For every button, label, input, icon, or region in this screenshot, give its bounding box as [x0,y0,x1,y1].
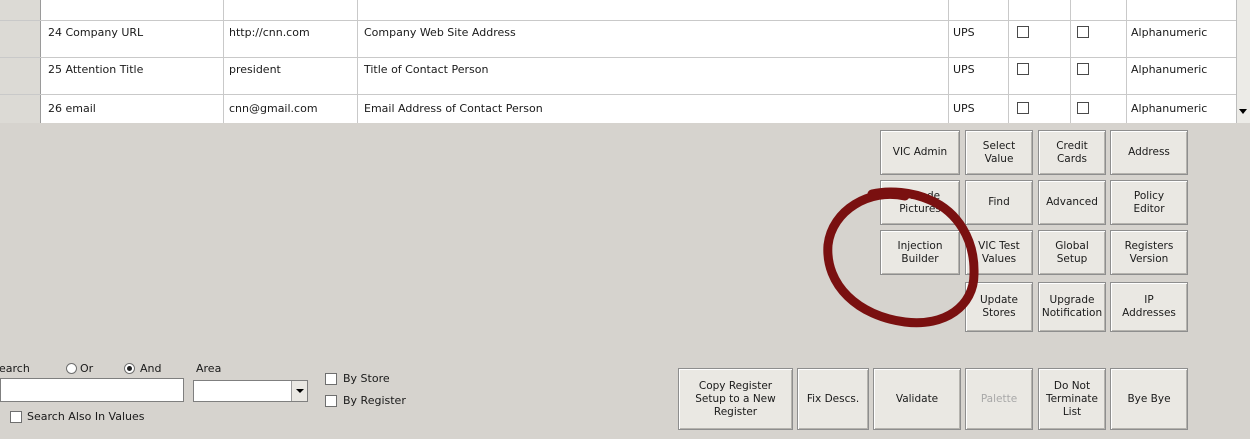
by-store-checkbox[interactable] [325,373,337,385]
or-radio-label: Or [80,362,94,375]
row-checkbox-1[interactable] [1017,102,1029,114]
row-checkbox-1[interactable] [1017,63,1029,75]
search-label: Search [0,362,30,375]
chevron-down-icon[interactable] [291,381,307,401]
registers-version-button[interactable]: Registers Version [1110,230,1188,275]
field-name-cell[interactable]: 24 Company URL [48,26,143,39]
address-button[interactable]: Address [1110,130,1188,175]
and-radio[interactable] [124,363,135,374]
search-input[interactable] [0,378,184,402]
field-source-cell[interactable]: UPS [953,102,975,115]
field-description-cell[interactable]: Email Address of Contact Person [364,102,543,115]
field-type-cell[interactable]: Alphanumeric [1131,102,1207,115]
row-checkbox-2[interactable] [1077,102,1089,114]
search-also-in-values-label: Search Also In Values [27,410,145,423]
row-checkbox-1[interactable] [1017,26,1029,38]
area-label: Area [196,362,222,375]
row-checkbox-2[interactable] [1077,26,1089,38]
area-select[interactable] [193,380,308,402]
vic-test-values-button[interactable]: VIC Test Values [965,230,1033,275]
ip-addresses-button[interactable]: IP Addresses [1110,282,1188,332]
select-value-button[interactable]: Select Value [965,130,1033,175]
by-register-checkbox[interactable] [325,395,337,407]
copy-register-setup-button[interactable]: Copy Register Setup to a New Register [678,368,793,430]
fix-descs-button[interactable]: Fix Descs. [797,368,869,430]
and-radio-label: And [140,362,162,375]
policy-editor-button[interactable]: Policy Editor [1110,180,1188,225]
scroll-down-arrow-icon[interactable] [1239,109,1247,114]
update-stores-button[interactable]: Update Stores [965,282,1033,332]
field-value-cell[interactable]: cnn@gmail.com [229,102,318,115]
grid-vertical-scrollbar[interactable] [1236,0,1250,123]
field-source-cell[interactable]: UPS [953,26,975,39]
validate-button[interactable]: Validate [873,368,961,430]
field-type-cell[interactable]: Alphanumeric [1131,63,1207,76]
row-checkbox-2[interactable] [1077,63,1089,75]
or-radio[interactable] [66,363,77,374]
by-register-label: By Register [343,394,406,407]
field-type-cell[interactable]: Alphanumeric [1131,26,1207,39]
vic-admin-button[interactable]: VIC Admin [880,130,960,175]
field-value-cell[interactable]: president [229,63,281,76]
field-description-cell[interactable]: Title of Contact Person [364,63,488,76]
register-fields-grid: 24 Company URL http://cnn.com Company We… [0,0,1236,123]
upgrade-notification-button[interactable]: Upgrade Notification [1038,282,1106,332]
search-also-in-values-checkbox[interactable] [10,411,22,423]
global-setup-button[interactable]: Global Setup [1038,230,1106,275]
do-not-terminate-list-button[interactable]: Do Not Terminate List [1038,368,1106,430]
injection-builder-button[interactable]: Injection Builder [880,230,960,275]
field-value-cell[interactable]: http://cnn.com [229,26,310,39]
field-source-cell[interactable]: UPS [953,63,975,76]
by-store-label: By Store [343,372,390,385]
bye-bye-button[interactable]: Bye Bye [1110,368,1188,430]
credit-cards-button[interactable]: Credit Cards [1038,130,1106,175]
row-selector-column [0,0,41,123]
v-mode-pictures-button[interactable]: V mode Pictures [880,180,960,225]
find-button[interactable]: Find [965,180,1033,225]
palette-button[interactable]: Palette [965,368,1033,430]
advanced-button[interactable]: Advanced [1038,180,1106,225]
field-name-cell[interactable]: 26 email [48,102,96,115]
field-description-cell[interactable]: Company Web Site Address [364,26,516,39]
field-name-cell[interactable]: 25 Attention Title [48,63,143,76]
